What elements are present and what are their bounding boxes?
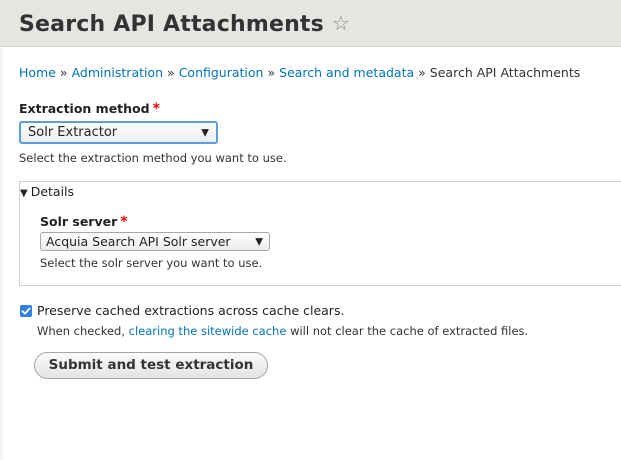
breadcrumb-home[interactable]: Home xyxy=(19,65,56,80)
breadcrumb-search-and-metadata[interactable]: Search and metadata xyxy=(279,65,414,80)
extraction-method-description: Select the extraction method you want to… xyxy=(19,151,287,165)
preserve-cache-checkbox[interactable] xyxy=(20,305,32,317)
solr-server-select[interactable]: Acquia Search API Solr server ▼ xyxy=(40,232,270,251)
clearing-sitewide-cache-link[interactable]: clearing the sitewide cache xyxy=(129,324,287,338)
checkmark-icon xyxy=(21,307,31,315)
solr-server-value: Acquia Search API Solr server xyxy=(46,234,231,249)
required-marker: * xyxy=(152,101,160,117)
preserve-cache-label[interactable]: Preserve cached extractions across cache… xyxy=(37,303,344,318)
required-marker: * xyxy=(120,214,128,230)
page-header: Search API Attachments ☆ xyxy=(0,0,621,47)
page-title: Search API Attachments ☆ xyxy=(19,11,350,37)
solr-server-label: Solr server * xyxy=(40,214,128,230)
breadcrumb: Home» Administration» Configuration» Search… xyxy=(19,65,580,80)
left-edge-shadow xyxy=(0,46,6,460)
breadcrumb-separator: » xyxy=(267,65,276,80)
preserve-cache-description-suffix: will not clear the cache of extracted fi… xyxy=(286,324,529,338)
breadcrumb-administration[interactable]: Administration xyxy=(72,65,163,80)
solr-server-description: Select the solr server you want to use. xyxy=(40,256,263,270)
submit-and-test-extraction-button[interactable]: Submit and test extraction xyxy=(34,352,268,379)
extraction-method-label-text: Extraction method xyxy=(19,101,150,116)
expanded-triangle-icon: ▼ xyxy=(20,188,28,199)
page-title-text: Search API Attachments xyxy=(19,12,324,37)
breadcrumb-separator: » xyxy=(167,65,175,80)
dropdown-arrow-icon: ▼ xyxy=(255,236,263,247)
solr-server-label-text: Solr server xyxy=(40,214,118,229)
preserve-cache-description: When checked, clearing the sitewide cach… xyxy=(37,324,528,338)
dropdown-arrow-icon: ▼ xyxy=(201,127,209,138)
extraction-method-select[interactable]: Solr Extractor ▼ xyxy=(19,121,218,144)
extraction-method-value: Solr Extractor xyxy=(28,125,118,140)
details-summary[interactable]: ▼ Details xyxy=(20,184,74,199)
preserve-cache-description-prefix: When checked, xyxy=(37,324,129,338)
extraction-method-label: Extraction method * xyxy=(19,101,160,117)
details-fieldset: ▼ Details Solr server * Acquia Search API … xyxy=(19,181,621,286)
breadcrumb-separator: » xyxy=(418,65,426,80)
details-summary-text: Details xyxy=(30,184,75,199)
breadcrumb-separator: » xyxy=(59,65,68,80)
star-icon[interactable]: ☆ xyxy=(332,11,350,35)
breadcrumb-current: Search API Attachments xyxy=(429,65,581,80)
breadcrumb-configuration[interactable]: Configuration xyxy=(179,65,264,80)
